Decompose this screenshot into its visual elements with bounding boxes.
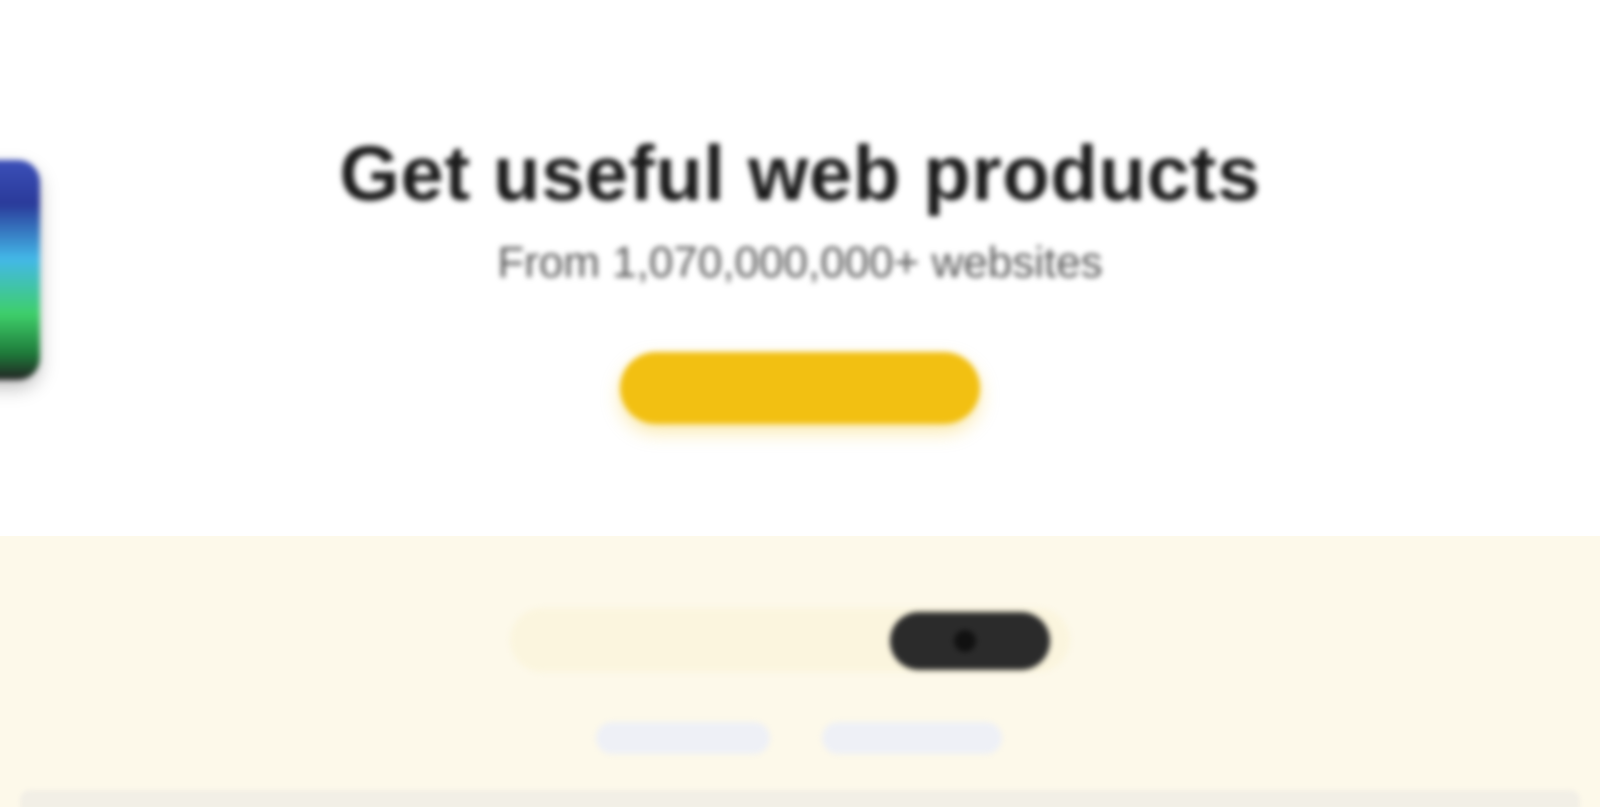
subscribe-button[interactable] <box>890 612 1050 670</box>
footer-link-two[interactable] <box>822 722 1002 754</box>
footer-link-one[interactable] <box>596 722 770 754</box>
bottom-bar <box>20 790 1580 807</box>
landing-page: Get useful web products From 1,070,000,0… <box>0 0 1600 807</box>
subscribe-icon <box>954 630 976 652</box>
hero-subtitle: From 1,070,000,000+ websites <box>497 238 1103 287</box>
hero-title: Get useful web products <box>339 129 1261 217</box>
cta-button[interactable] <box>620 352 980 424</box>
email-input[interactable] <box>548 620 878 662</box>
